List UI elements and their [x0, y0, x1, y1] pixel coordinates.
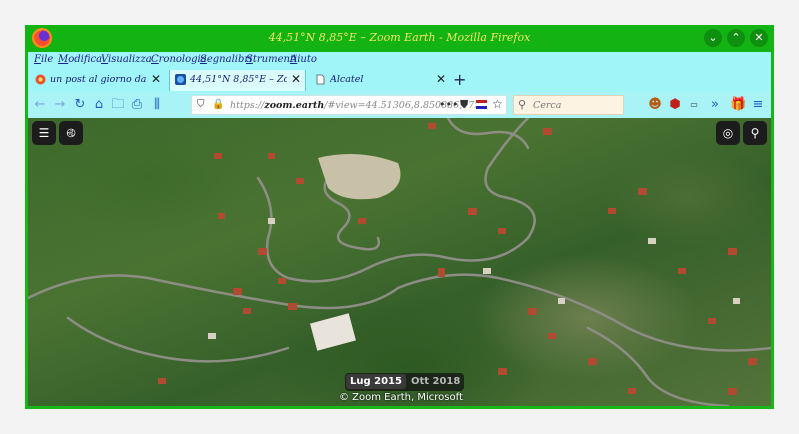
extension-monkey-icon[interactable]: ☻	[647, 97, 663, 113]
bookmark-star-icon[interactable]: ☆	[492, 97, 503, 111]
imagery-date-switcher: Lug 2015 Ott 2018	[345, 373, 465, 391]
map-search-icon[interactable]: ⚲	[743, 121, 767, 145]
extension-ublock-icon[interactable]: ⬢	[667, 97, 683, 113]
date-option-active[interactable]: Lug 2015	[346, 374, 406, 389]
menu-modifica[interactable]: Modifica	[58, 54, 102, 65]
menu-visualizza[interactable]: Visualizza	[101, 54, 152, 65]
tab-zoom-earth[interactable]: 44,51°N 8,85°E – Zoom Earth ✕	[169, 70, 306, 91]
storm-swirl-icon[interactable]: ࿋	[59, 121, 83, 145]
tab-alcatel[interactable]: Alcatel ✕	[310, 70, 450, 91]
map-imagery	[28, 118, 771, 406]
url-bar[interactable]: ⛉ 🔒 https://zoom.earth/#view=44.51306,8.…	[191, 95, 507, 115]
lock-icon[interactable]: 🔒	[212, 99, 224, 110]
new-tab-button[interactable]: +	[453, 70, 466, 89]
title-bar[interactable]: 44,51°N 8,85°E – Zoom Earth - Mozilla Fi…	[25, 25, 774, 52]
tab-label: un post al giorno da quì all'estate	[50, 74, 147, 85]
minimize-button[interactable]: ⌄	[704, 29, 722, 47]
forward-arrow-icon[interactable]: →	[52, 97, 68, 113]
tab-label: Alcatel	[330, 74, 364, 85]
close-tab-icon[interactable]: ✕	[291, 72, 301, 86]
tab-label: 44,51°N 8,85°E – Zoom Earth	[190, 74, 287, 85]
menu-aiuto[interactable]: Aiuto	[290, 54, 317, 65]
maximize-button[interactable]: ⌃	[727, 29, 745, 47]
reload-icon[interactable]: ↻	[72, 97, 88, 113]
tab-bar: un post al giorno da quì all'estate ✕ 44…	[28, 69, 771, 91]
menu-cronologia[interactable]: Cronologia	[151, 54, 207, 65]
pocket-icon[interactable]: ⛊	[460, 98, 468, 112]
overflow-menu-icon[interactable]: »	[707, 97, 723, 113]
search-bar[interactable]: ⚲ Cerca	[513, 95, 624, 115]
close-tab-icon[interactable]: ✕	[436, 72, 446, 86]
browser-window: 44,51°N 8,85°E – Zoom Earth - Mozilla Fi…	[25, 25, 774, 409]
date-option-inactive[interactable]: Ott 2018	[407, 374, 464, 389]
page-actions-icon[interactable]: •••	[439, 98, 458, 111]
hamburger-menu-icon[interactable]: ≡	[750, 97, 766, 113]
menu-segnalibri[interactable]: Segnalibri	[200, 54, 252, 65]
locate-me-icon[interactable]: ◎	[716, 121, 740, 145]
map-attribution: © Zoom Earth, Microsoft	[339, 392, 463, 403]
menu-list-icon[interactable]: ☰	[32, 121, 56, 145]
search-placeholder: Cerca	[533, 100, 562, 111]
gift-icon[interactable]: 🎁	[730, 97, 746, 113]
menu-file[interactable]: File	[34, 54, 53, 65]
url-host: zoom.earth	[264, 100, 325, 111]
zoom-earth-favicon-icon	[175, 74, 186, 85]
url-prefix: https://	[230, 100, 265, 111]
top-road	[446, 118, 530, 150]
navigation-toolbar: ← → ↻ ⌂ 🗀 ⎙ ⫼ ⛉ 🔒 https://zoom.earth/#vi…	[28, 92, 771, 118]
shield-icon[interactable]: ⛉	[197, 99, 205, 110]
back-arrow-icon[interactable]: ←	[32, 97, 48, 113]
close-window-button[interactable]: ✕	[750, 29, 768, 47]
library-icon[interactable]: ⫼	[149, 97, 165, 113]
valley-road	[66, 316, 290, 363]
quarry	[318, 154, 401, 200]
print-icon[interactable]: ⎙	[129, 97, 145, 113]
close-tab-icon[interactable]: ✕	[151, 72, 161, 86]
search-icon: ⚲	[518, 98, 527, 111]
satellite-map[interactable]: ☰ ࿋ ◎ ⚲ Lug 2015 Ott 2018 © Zoom Earth, M…	[28, 118, 771, 406]
folder-icon[interactable]: 🗀	[110, 97, 126, 113]
extension-dvd-icon[interactable]: ▭	[686, 97, 702, 113]
home-icon[interactable]: ⌂	[91, 97, 107, 113]
tab-post-al-giorno[interactable]: un post al giorno da quì all'estate ✕	[30, 70, 165, 91]
winding-road	[256, 118, 536, 283]
river-road	[28, 273, 771, 352]
site-favicon-icon	[35, 74, 46, 85]
page-icon	[316, 74, 325, 85]
flag-icon[interactable]	[476, 100, 487, 109]
browser-chrome: File Modifica Visualizza Cronologia Segn…	[28, 52, 771, 406]
warehouse-roofs	[310, 313, 356, 351]
window-title: 44,51°N 8,85°E – Zoom Earth - Mozilla Fi…	[268, 31, 531, 44]
menu-bar: File Modifica Visualizza Cronologia Segn…	[28, 52, 771, 68]
